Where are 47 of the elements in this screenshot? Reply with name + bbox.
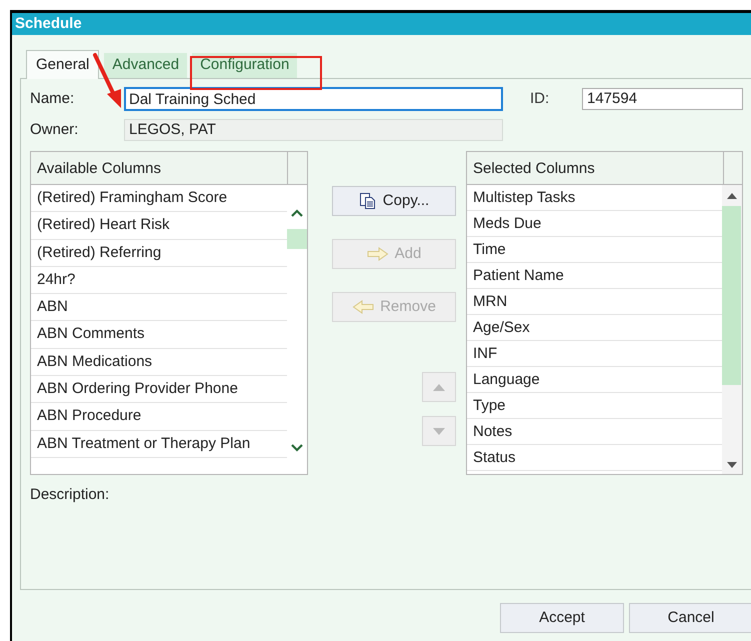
chevron-up-icon[interactable] [291, 209, 304, 217]
list-item[interactable]: ABN Ordering Provider Phone [31, 376, 288, 404]
tab[interactable]: General [26, 50, 100, 79]
list-item[interactable]: Language [467, 367, 722, 393]
list-item[interactable]: Notes [467, 419, 722, 445]
list-item[interactable]: 24hr? [31, 266, 288, 294]
list-item[interactable]: Time [467, 237, 722, 263]
scrollbar[interactable] [722, 185, 742, 474]
list-item[interactable]: (Retired) Framingham Score [31, 185, 288, 212]
name-field[interactable]: Dal Training Sched [124, 87, 503, 111]
scroll-thumb[interactable] [722, 206, 742, 385]
cancel-button[interactable]: Cancel [629, 603, 751, 633]
list-item[interactable]: INF [467, 341, 722, 367]
chevron-down-icon[interactable] [291, 444, 304, 452]
scroll-down-arrow-icon[interactable] [727, 462, 738, 468]
list-item[interactable]: Patient Name [467, 263, 722, 289]
list-item[interactable]: (Retired) Referring [31, 240, 288, 267]
list-item[interactable]: Age/Sex [467, 315, 722, 341]
id-label: ID: [530, 88, 550, 109]
right-arrow-icon [366, 247, 389, 261]
left-arrow-icon [352, 300, 374, 314]
scroll-thumb[interactable] [287, 229, 307, 249]
list-item[interactable]: Meds Due [467, 211, 722, 237]
list-item[interactable]: Multistep Tasks [467, 185, 722, 211]
tab[interactable]: Configuration [192, 53, 298, 78]
copy-icon [358, 192, 377, 210]
list-item[interactable]: MRN [467, 289, 722, 315]
description-label: Description: [30, 485, 110, 505]
copy-button[interactable]: Copy... [332, 186, 456, 216]
accept-button[interactable]: Accept [500, 603, 624, 633]
list-item[interactable]: ABN Comments [31, 321, 288, 349]
list-item[interactable]: ABN Medications [31, 348, 288, 376]
list-item[interactable]: (Retired) Heart Risk [31, 212, 288, 240]
list-item[interactable]: Type [467, 393, 722, 419]
tab[interactable]: Advanced [104, 53, 188, 78]
list-item[interactable]: ABN Treatment or Therapy Plan [31, 430, 288, 458]
owner-field: LEGOS, PAT [124, 119, 503, 141]
owner-label: Owner: [30, 120, 80, 140]
list-item[interactable]: ABN [31, 294, 288, 322]
up-triangle-icon [433, 384, 445, 390]
down-triangle-icon [433, 428, 445, 434]
id-field[interactable]: 147594 [582, 88, 743, 110]
scroll-up-arrow-icon[interactable] [727, 193, 738, 199]
list-item[interactable]: ABN Procedure [31, 403, 288, 431]
name-label: Name: [30, 88, 76, 109]
window-title: Schedule [15, 14, 82, 34]
list-item[interactable]: Status [467, 445, 722, 471]
